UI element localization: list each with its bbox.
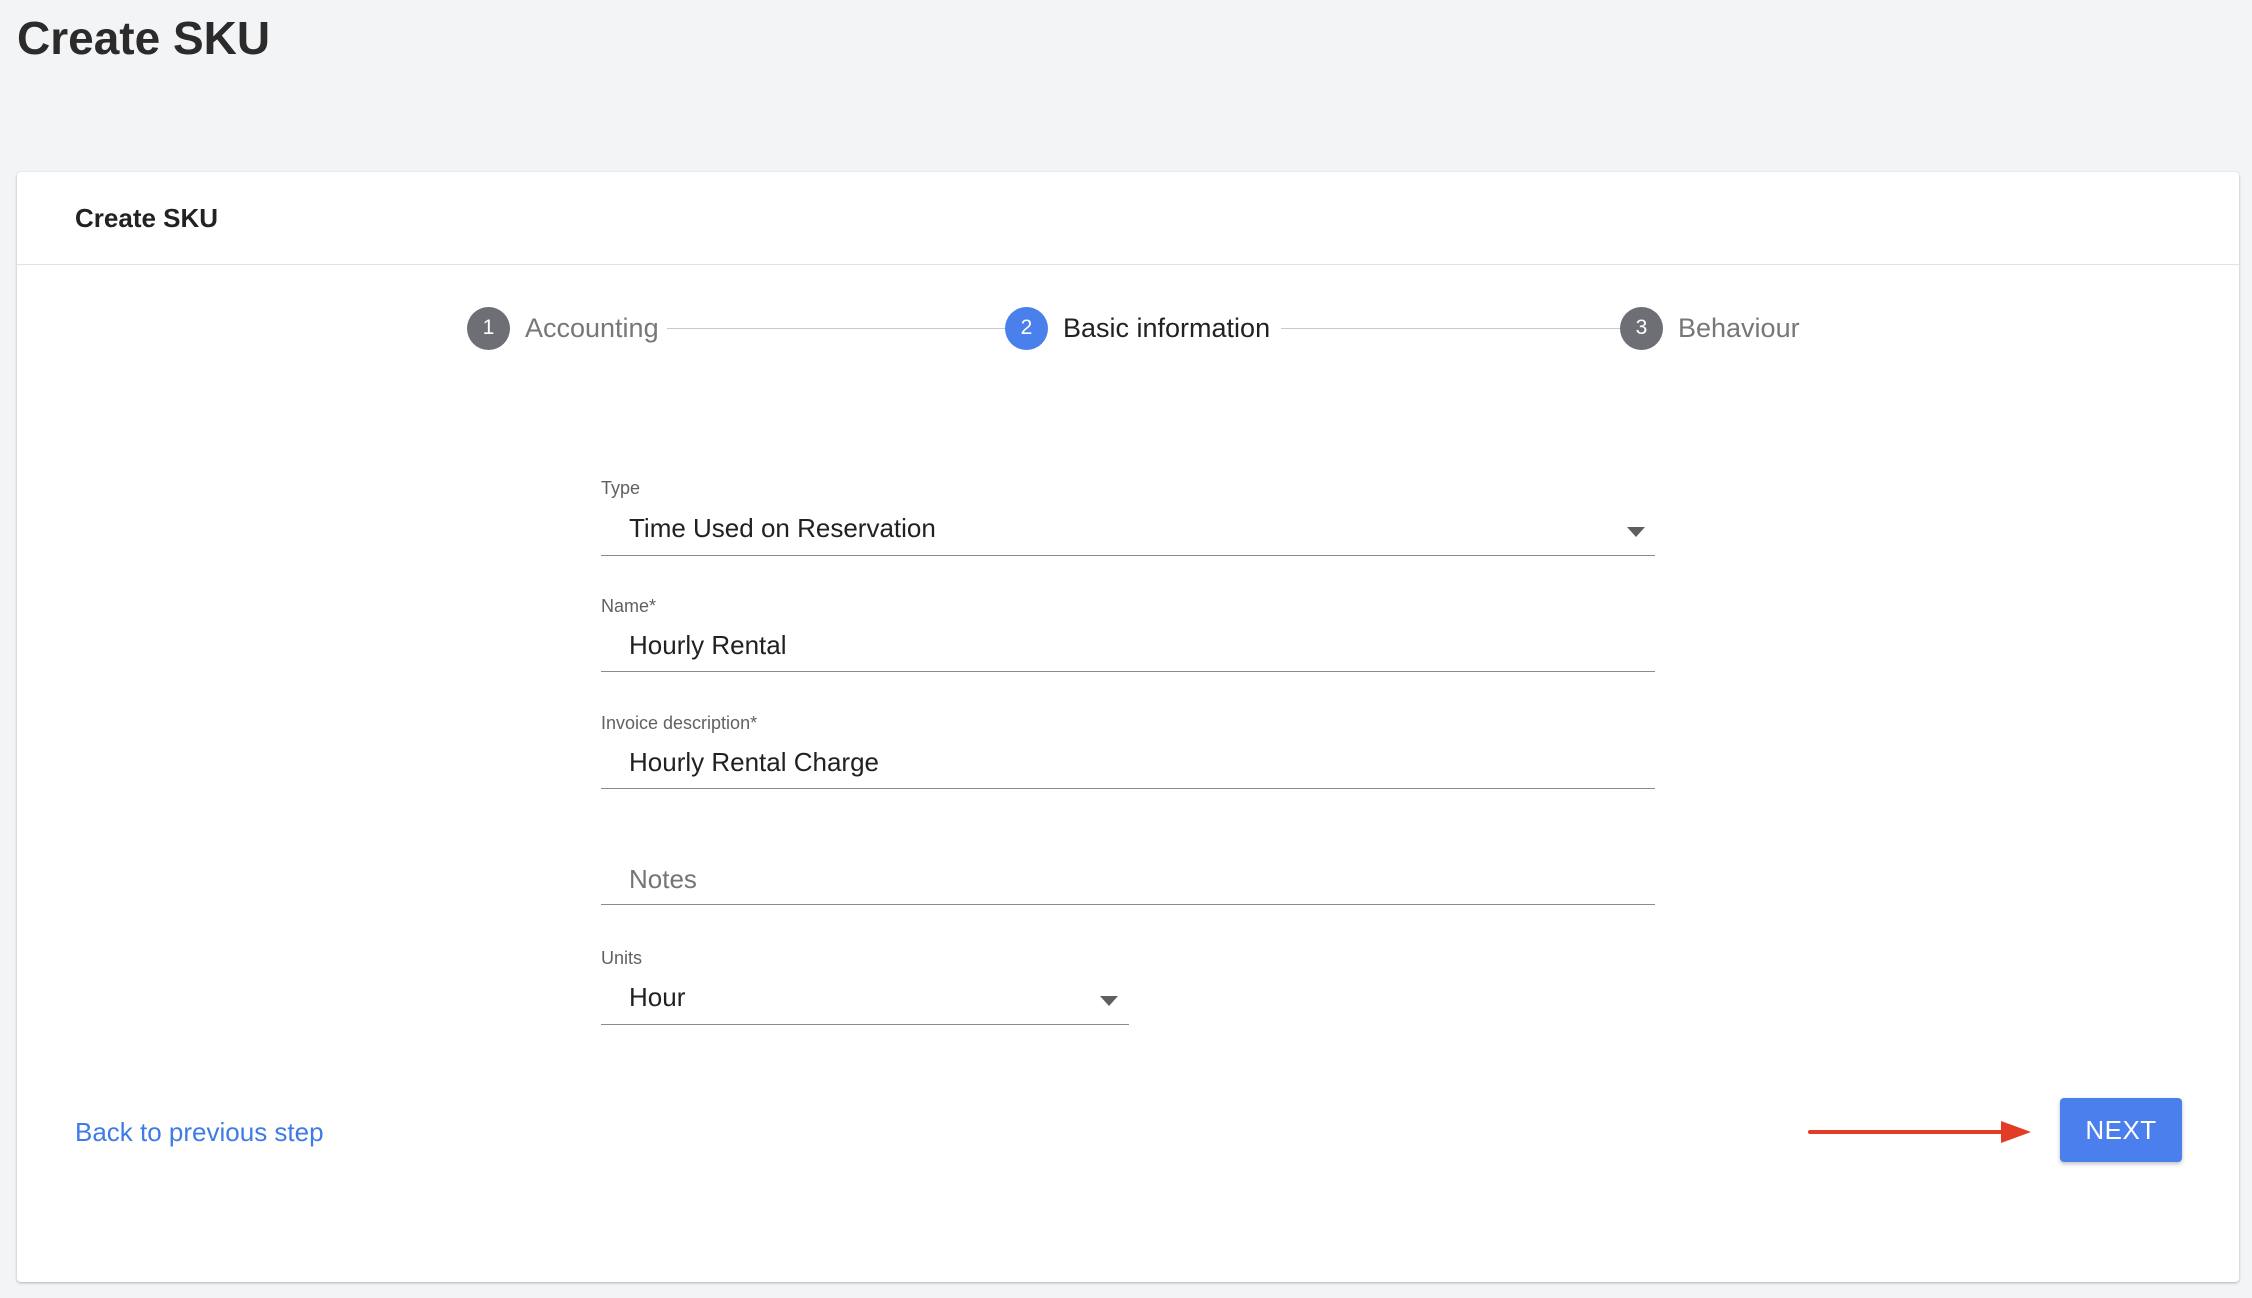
type-value: Time Used on Reservation	[629, 513, 936, 543]
step-number: 1	[467, 306, 510, 350]
notes-underline	[601, 904, 1655, 905]
stepper: 1 Accounting 2 Basic information 3 Behav…	[17, 306, 2239, 356]
step-connector	[1281, 328, 1624, 329]
step-accounting[interactable]: 1 Accounting	[467, 306, 659, 350]
name-underline	[601, 671, 1655, 672]
notes-placeholder[interactable]: Notes	[629, 864, 697, 895]
units-label: Units	[601, 948, 643, 968]
invoice-description-underline	[601, 788, 1655, 789]
red-arrow-icon	[1808, 1121, 2031, 1143]
type-underline	[601, 555, 1655, 556]
step-behaviour[interactable]: 3 Behaviour	[1620, 306, 1800, 350]
invoice-description-label: Invoice description*	[601, 713, 758, 733]
back-to-previous-step-link[interactable]: Back to previous step	[75, 1117, 324, 1148]
type-select[interactable]: Type Time Used on Reservation	[601, 472, 1655, 556]
step-label: Behaviour	[1678, 312, 1800, 343]
units-value: Hour	[629, 982, 686, 1012]
name-field[interactable]: Name* Hourly Rental	[601, 590, 1655, 674]
units-underline	[601, 1024, 1129, 1025]
caret-down-icon[interactable]	[1627, 527, 1645, 537]
card-header: Create SKU	[17, 172, 2239, 265]
invoice-description-field[interactable]: Invoice description* Hourly Rental Charg…	[601, 707, 1655, 791]
step-label: Basic information	[1063, 312, 1271, 343]
page-title: Create SKU	[17, 12, 271, 64]
step-connector	[667, 328, 1007, 329]
step-number: 3	[1620, 306, 1663, 350]
invoice-description-value[interactable]: Hourly Rental Charge	[629, 747, 879, 778]
caret-down-icon[interactable]	[1100, 996, 1118, 1006]
card-title: Create SKU	[75, 203, 219, 233]
step-number: 2	[1005, 306, 1048, 350]
units-select[interactable]: Units Hour	[601, 942, 1129, 1026]
create-sku-card: Create SKU 1 Accounting 2 Basic informat…	[17, 172, 2239, 1282]
type-label: Type	[601, 478, 641, 498]
name-label: Name*	[601, 596, 657, 616]
next-button[interactable]: NEXT	[2060, 1098, 2182, 1162]
step-label: Accounting	[525, 312, 659, 343]
notes-field[interactable]: Notes	[601, 824, 1655, 908]
name-value[interactable]: Hourly Rental	[629, 630, 787, 661]
step-basic-information[interactable]: 2 Basic information	[1005, 306, 1270, 350]
